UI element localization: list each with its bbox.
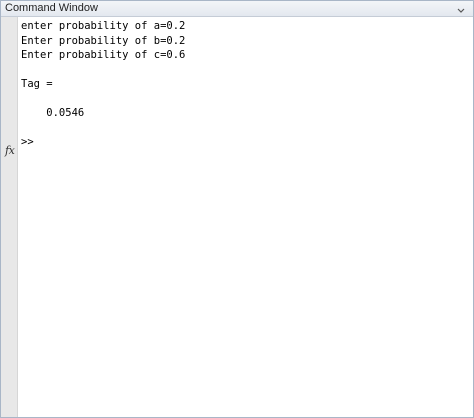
console-output[interactable]: enter probability of a=0.2 Enter probabi… bbox=[21, 19, 467, 413]
console-line: Enter probability of b=0.2 bbox=[21, 34, 186, 47]
console-line: Enter probability of c=0.6 bbox=[21, 49, 186, 61]
gutter: fx bbox=[1, 17, 18, 417]
command-prompt[interactable]: >> bbox=[21, 135, 467, 150]
fx-icon[interactable]: fx bbox=[5, 145, 15, 157]
window-title: Command Window bbox=[5, 2, 98, 14]
command-window: Command Window fx enter probability of a… bbox=[0, 0, 474, 418]
chevron-down-icon[interactable] bbox=[455, 3, 467, 14]
console-line: Tag = bbox=[21, 78, 53, 90]
title-bar: Command Window bbox=[1, 1, 473, 17]
console-line: 0.0546 bbox=[21, 107, 85, 119]
console-line: enter probability of a=0.2 bbox=[21, 20, 186, 32]
